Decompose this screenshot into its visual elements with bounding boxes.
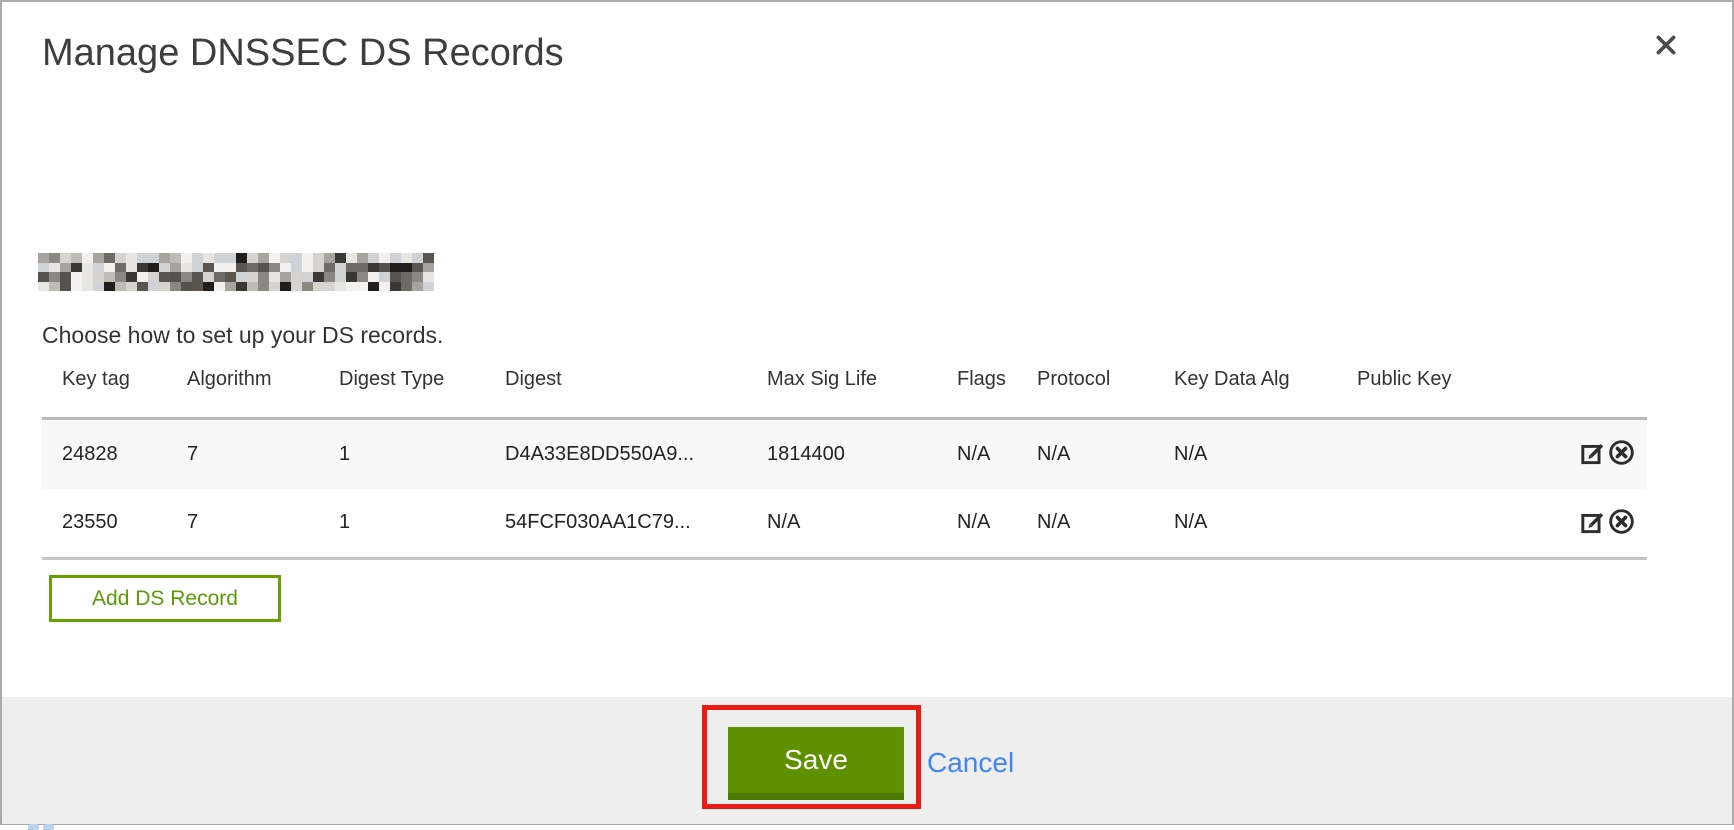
save-button[interactable]: Save (728, 727, 904, 800)
col-header-key-data-alg: Key Data Alg (1154, 362, 1337, 419)
cell-public-key (1337, 419, 1527, 489)
cell-key-data-alg: N/A (1154, 419, 1337, 489)
cell-protocol: N/A (1017, 489, 1154, 559)
col-header-public-key: Public Key (1337, 362, 1527, 419)
ds-records-table: Key tag Algorithm Digest Type Digest Max… (42, 362, 1647, 560)
col-header-max-sig-life: Max Sig Life (747, 362, 937, 419)
cell-public-key (1337, 489, 1527, 559)
add-ds-record-button[interactable]: Add DS Record (49, 575, 281, 622)
col-header-flags: Flags (937, 362, 1017, 419)
row-actions (1527, 419, 1647, 489)
cell-key-tag: 24828 (42, 419, 167, 489)
col-header-digest: Digest (485, 362, 747, 419)
cell-algorithm: 7 (167, 419, 319, 489)
table-header-row: Key tag Algorithm Digest Type Digest Max… (42, 362, 1647, 419)
cell-digest: D4A33E8DD550A9... (485, 419, 747, 489)
delete-record-button[interactable] (1608, 439, 1635, 469)
edit-icon (1579, 523, 1606, 538)
col-header-algorithm: Algorithm (167, 362, 319, 419)
close-icon (1653, 32, 1679, 61)
page-title: Manage DNSSEC DS Records (42, 32, 564, 75)
edit-record-button[interactable] (1579, 439, 1606, 469)
cell-protocol: N/A (1017, 419, 1154, 489)
cell-flags: N/A (937, 419, 1017, 489)
cell-digest-type: 1 (319, 489, 485, 559)
delete-record-button[interactable] (1608, 508, 1635, 538)
redacted-domain-text (38, 253, 434, 291)
cell-max-sig-life: N/A (747, 489, 937, 559)
cell-algorithm: 7 (167, 489, 319, 559)
cancel-link[interactable]: Cancel (927, 747, 1014, 779)
close-button[interactable] (1650, 30, 1682, 62)
remove-icon (1608, 523, 1635, 538)
cell-digest: 54FCF030AA1C79... (485, 489, 747, 559)
row-actions (1527, 489, 1647, 559)
cell-key-tag: 23550 (42, 489, 167, 559)
remove-icon (1608, 454, 1635, 469)
background-page-fragment (28, 824, 54, 830)
table-row: 23550 7 1 54FCF030AA1C79... N/A N/A N/A … (42, 489, 1647, 559)
cell-flags: N/A (937, 489, 1017, 559)
cell-key-data-alg: N/A (1154, 489, 1337, 559)
cell-max-sig-life: 1814400 (747, 419, 937, 489)
cell-digest-type: 1 (319, 419, 485, 489)
edit-record-button[interactable] (1579, 508, 1606, 538)
instruction-text: Choose how to set up your DS records. (42, 322, 443, 349)
col-header-digest-type: Digest Type (319, 362, 485, 419)
table-row: 24828 7 1 D4A33E8DD550A9... 1814400 N/A … (42, 419, 1647, 489)
col-header-actions (1527, 362, 1647, 419)
manage-dnssec-modal: Manage DNSSEC DS Records Choose how to s… (0, 0, 1734, 825)
col-header-protocol: Protocol (1017, 362, 1154, 419)
col-header-key-tag: Key tag (42, 362, 167, 419)
edit-icon (1579, 454, 1606, 469)
